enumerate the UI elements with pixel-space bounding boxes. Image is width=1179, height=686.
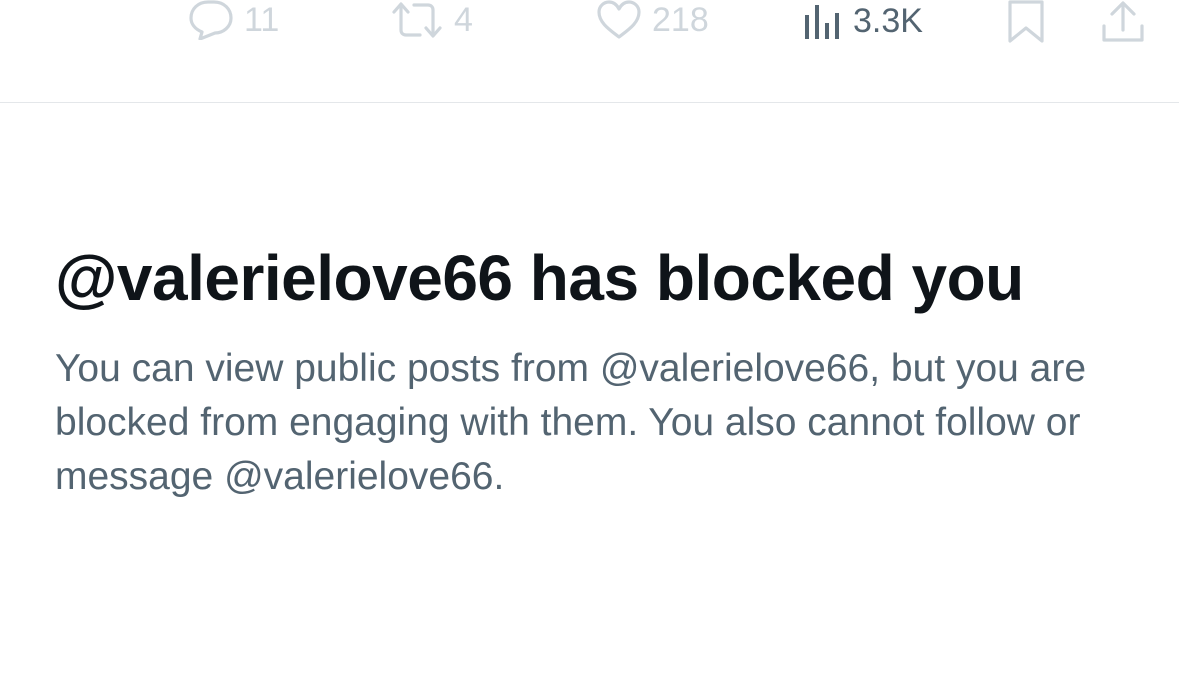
blocked-title: @valerielove66 has blocked you (55, 242, 1024, 314)
blocked-description: You can view public posts from @valeriel… (55, 347, 1087, 498)
bookmark-button[interactable] (1006, 0, 1046, 44)
like-count: 218 (652, 1, 709, 39)
like-button[interactable]: 218 (596, 0, 709, 40)
views-count: 3.3K (853, 2, 923, 40)
tweet-action-bar: 11 4 218 3.3K (0, 0, 1179, 103)
retweet-button[interactable]: 4 (390, 0, 473, 40)
bookmark-icon (1006, 0, 1046, 44)
reply-count: 11 (244, 1, 280, 39)
views-chart-icon (803, 3, 843, 39)
reply-icon (188, 0, 234, 40)
reply-button[interactable]: 11 (188, 0, 279, 40)
retweet-count: 4 (454, 1, 473, 39)
heart-icon (596, 0, 642, 40)
views-button[interactable]: 3.3K (803, 3, 923, 39)
retweet-icon (390, 0, 444, 40)
share-button[interactable] (1100, 0, 1146, 44)
share-icon (1100, 0, 1146, 44)
blocked-notice: @valerielove66 has blocked you You can v… (55, 232, 1115, 504)
